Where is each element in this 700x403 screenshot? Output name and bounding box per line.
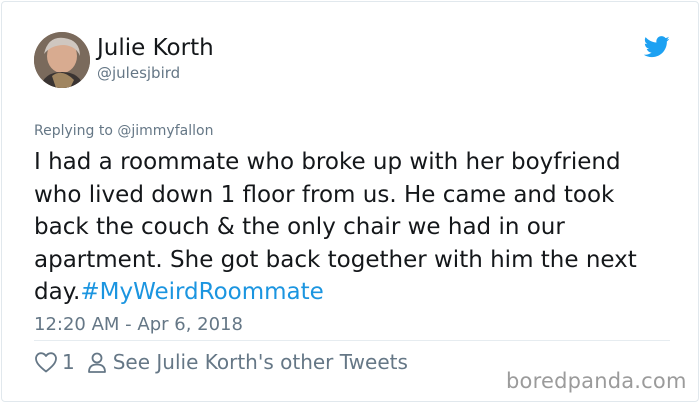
like-count[interactable]: 1 [62, 350, 75, 374]
avatar[interactable] [34, 32, 90, 88]
tweet-card: Julie Korth @julesjbird Replying to @jim… [1, 1, 699, 402]
boredpanda-watermark: boredpanda.com [506, 369, 687, 393]
other-tweets-link[interactable]: See Julie Korth's other Tweets [113, 350, 408, 374]
hashtag-link[interactable]: #MyWeirdRoommate [80, 279, 323, 305]
display-name[interactable]: Julie Korth [97, 34, 214, 62]
replying-to[interactable]: Replying to @jimmyfallon [34, 122, 213, 140]
twitter-bird-icon[interactable] [644, 36, 670, 58]
tweet-timestamp[interactable]: 12:20 AM - Apr 6, 2018 [34, 314, 243, 336]
divider [34, 340, 670, 341]
heart-icon[interactable] [34, 351, 58, 373]
tweet-text: I had a roommate who broke up with her b… [34, 146, 674, 309]
avatar-image [34, 32, 90, 88]
user-handle[interactable]: @julesjbird [97, 63, 180, 83]
tweet-actions: 1 See Julie Korth's other Tweets [34, 349, 408, 375]
person-icon [87, 352, 106, 373]
